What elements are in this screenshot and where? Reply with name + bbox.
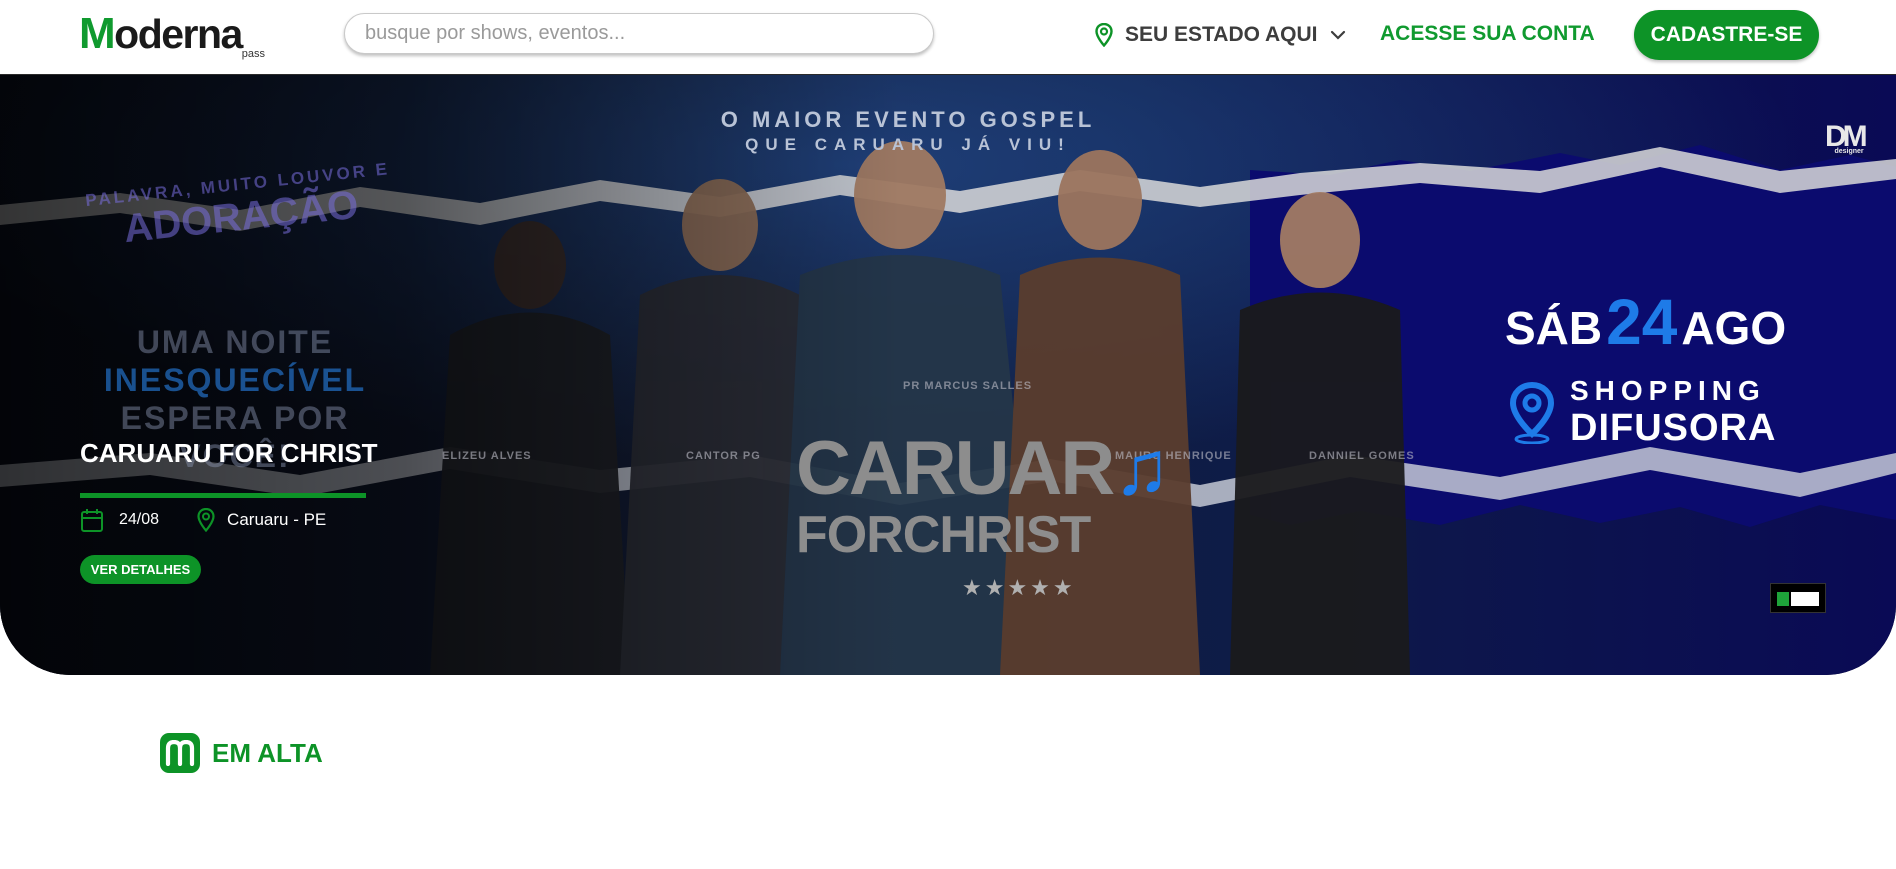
event-location: Caruaru - PE [227, 510, 327, 529]
trending-title: EM ALTA [212, 737, 323, 768]
designer-logo: DM designer [1825, 120, 1868, 155]
noite-line1: UMA NOITE [136, 324, 334, 360]
music-note-icon: ♫ [1113, 426, 1170, 511]
age-rating-label [1791, 592, 1819, 606]
noite-line2: INESQUECÍVEL [103, 362, 367, 398]
moderna-m-icon [160, 733, 200, 773]
poster-stars: ★★★★★ [962, 575, 1076, 600]
state-selector[interactable]: SEU ESTADO AQUI [1095, 20, 1346, 50]
artist-name: CANTOR PG [686, 450, 761, 462]
logo-text: oderna [114, 11, 243, 57]
chevron-down-icon [1330, 30, 1345, 40]
poster-venue-line2: DIFUSORA [1570, 407, 1777, 449]
logo-wordmark: Moderna [79, 9, 269, 58]
artist-name: ELIZEU ALVES [442, 450, 532, 462]
poster-date: SÁB 24 AGO [1505, 285, 1786, 359]
logo-subtext: pass [241, 48, 265, 60]
search-input[interactable] [345, 14, 933, 53]
poster-date-dow: SÁB [1505, 302, 1603, 354]
artist-name: DANNIEL GOMES [1309, 450, 1415, 462]
artist-name: PR MARCUS SALLES [903, 380, 1033, 392]
signup-button[interactable]: CADASTRE-SE [1634, 10, 1819, 60]
noite-line3: ESPERA POR [120, 400, 350, 436]
poster-date-day: 24 [1606, 286, 1678, 358]
event-date: 24/08 [119, 511, 160, 528]
poster-brand-line1: CARUAR♫ [796, 426, 1170, 511]
poster-venue-name: SHOPPING DIFUSORA [1570, 375, 1776, 450]
search-box[interactable] [344, 13, 934, 54]
location-pin-icon [197, 508, 215, 532]
hero-banner[interactable]: O MAIOR EVENTO GOSPEL QUE CARUARU JÁ VIU… [0, 75, 1896, 675]
poster-venue: SHOPPING DIFUSORA [1510, 375, 1776, 450]
location-pin-icon [1095, 23, 1113, 47]
poster-subheadline: QUE CARUARU JÁ VIU! [745, 135, 1071, 154]
calendar-icon [81, 509, 103, 532]
age-rating-badge [1770, 583, 1826, 613]
login-link[interactable]: ACESSE SUA CONTA [1380, 22, 1595, 46]
moderna-pass-logo[interactable]: Moderna pass [79, 9, 269, 62]
poster-brand-line2: FORCHRIST [796, 506, 1091, 564]
event-title-underline [80, 493, 366, 498]
logo-m-mark: M [79, 9, 116, 58]
poster-date-month: AGO [1681, 302, 1787, 354]
poster-venue-line1: SHOPPING [1570, 375, 1766, 406]
view-details-button[interactable]: VER DETALHES [80, 555, 201, 584]
age-rating-symbol [1777, 592, 1789, 606]
location-pin-icon [1510, 381, 1554, 444]
poster-headline: O MAIOR EVENTO GOSPEL [720, 107, 1096, 132]
event-meta: 24/08 Caruaru - PE [80, 507, 326, 533]
poster-brand-title: CARUAR♫ FORCHRIST [796, 426, 1170, 564]
top-navbar: Moderna pass SEU ESTADO AQUI ACESSE SUA … [0, 0, 1896, 75]
event-title: CARUARU FOR CHRIST [80, 438, 378, 468]
trending-section-header: EM ALTA [160, 733, 323, 773]
state-label: SEU ESTADO AQUI [1125, 23, 1318, 46]
